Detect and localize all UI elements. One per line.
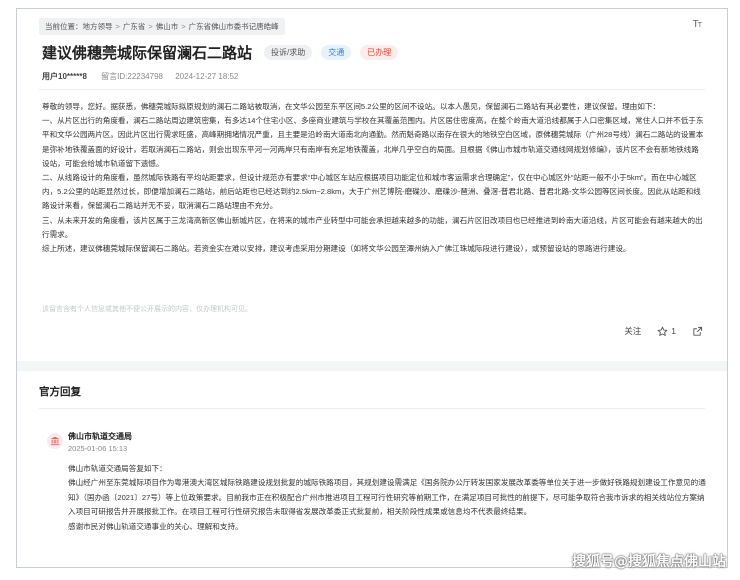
message-paragraph: 综上所述，建议佛穗莞城际保留澜石二路站。若资金实在难以安排，建议考虑采用分期建设…: [42, 244, 631, 254]
breadcrumb-item-province[interactable]: 广东省: [123, 21, 146, 32]
like-count: 1: [671, 326, 676, 336]
reply-paragraph: 佛山经广州至东莞城际项目作为粤港澳大湾区城际铁路建设规划批复的城际铁路项目，其规…: [68, 478, 706, 517]
category-tag: 投诉/求助: [264, 45, 313, 60]
divider: [39, 89, 705, 90]
page-frame: 当前位置： 地方领导 > 广东省 > 佛山市 > 广东省佛山市委书记唐皓峰 TT…: [16, 8, 728, 568]
user-name: 用户10*****8: [42, 72, 87, 81]
breadcrumb-separator: >: [148, 22, 153, 31]
watermark: 搜狐号@搜狐焦点佛山站: [572, 554, 726, 570]
reply-paragraph: 佛山市轨道交通局答复如下：: [68, 464, 167, 473]
reply-body: 佛山市轨道交通局答复如下： 佛山经广州至东莞城际项目作为粤港澳大湾区城际铁路建设…: [68, 462, 708, 534]
message-paragraph: 三、从未来开发的角度看，该片区属于三龙湾高新区佛山新城片区，在将来的城市产业转型…: [42, 215, 703, 239]
breadcrumb-item-secretary[interactable]: 广东省佛山市委书记唐皓峰: [189, 21, 279, 32]
star-icon: [657, 326, 668, 336]
breadcrumb-item-leaders[interactable]: 地方领导: [83, 21, 113, 32]
official-reply-section: 官方回复 佛山市轨道交通局 2025-01-06 15:13 佛山市轨道交通局答…: [17, 371, 727, 567]
follow-button[interactable]: 关注: [624, 325, 641, 337]
divider: [39, 408, 705, 409]
share-icon: [693, 326, 703, 336]
section-gap: [17, 361, 727, 371]
breadcrumb-separator: >: [115, 22, 120, 31]
message-actions: 关注 1: [608, 325, 703, 337]
breadcrumb-separator: >: [181, 22, 186, 31]
breadcrumb: 当前位置： 地方领导 > 广东省 > 佛山市 > 广东省佛山市委书记唐皓峰: [39, 18, 285, 35]
reply-paragraph: 感谢市民对佛山轨道交通事业的关心、理解和支持。: [68, 521, 243, 531]
reply-date: 2025-01-06 15:13: [68, 444, 128, 453]
like-button[interactable]: 1: [657, 326, 676, 337]
page-title: 建议佛穗莞城际保留澜石二路站: [42, 45, 253, 62]
message-paragraph: 尊敬的领导，您好。据获悉，佛穗莞城际拟原规划的澜石二路站被取消，在文华公园至东平…: [42, 102, 661, 111]
breadcrumb-item-city[interactable]: 佛山市: [156, 21, 179, 32]
message-id: 留言ID:22234798: [101, 72, 163, 81]
status-badge: 已办理: [360, 45, 399, 60]
message-body: 尊敬的领导，您好。据获悉，佛穗莞城际拟原规划的澜石二路站被取消，在文华公园至东平…: [42, 100, 704, 256]
message-datetime: 2024-12-27 18:52: [175, 72, 239, 81]
reply-org-name: 佛山市轨道交通局: [68, 432, 132, 441]
message-meta: 用户10*****8 留言ID:22234798 2024-12-27 18:5…: [42, 71, 238, 82]
breadcrumb-prefix: 当前位置：: [45, 22, 83, 31]
message-card: 当前位置： 地方领导 > 广东省 > 佛山市 > 广东省佛山市委书记唐皓峰 TT…: [17, 9, 727, 361]
topic-tag: 交通: [321, 45, 352, 60]
privacy-notice: 该留言含有个人信息或其他不便公开展示的内容，仅办理机构可见。: [42, 306, 252, 313]
government-building-icon: [47, 433, 63, 449]
title-row: 建议佛穗莞城际保留澜石二路站 投诉/求助 交通 已办理: [42, 42, 407, 63]
reply-heading: 官方回复: [39, 386, 81, 398]
share-button[interactable]: [692, 326, 703, 337]
font-size-icon[interactable]: TT: [693, 19, 702, 30]
message-paragraph: 二、从线路设计的角度看，虽然城际铁路有平均站距要求，但设计规范亦有要求“中心城区…: [42, 173, 701, 211]
message-paragraph: 一、从片区出行的角度看，澜石二路站周边建筑密集，有多达14个住宅小区、多座商业建…: [42, 116, 704, 168]
